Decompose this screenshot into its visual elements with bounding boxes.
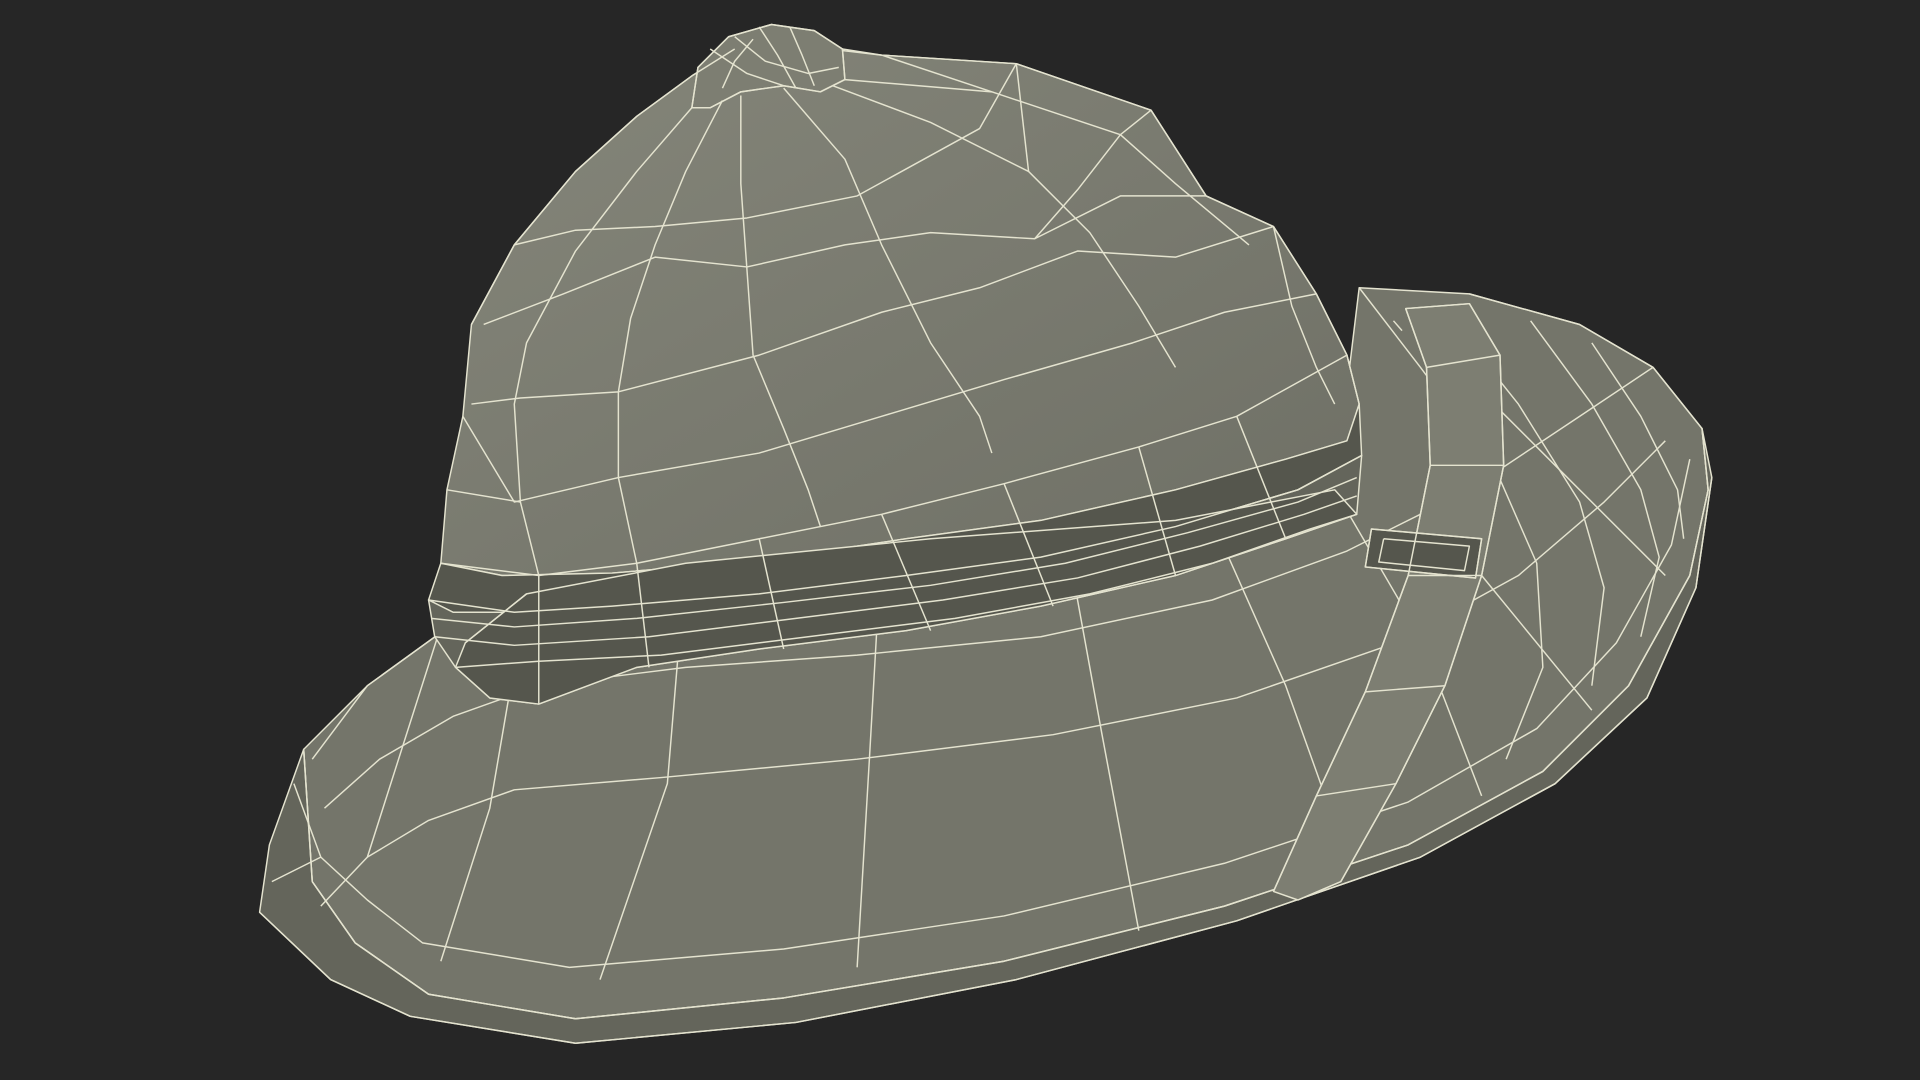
3d-viewport[interactable]	[0, 0, 1920, 1080]
hat-model-render	[258, 23, 1713, 1044]
